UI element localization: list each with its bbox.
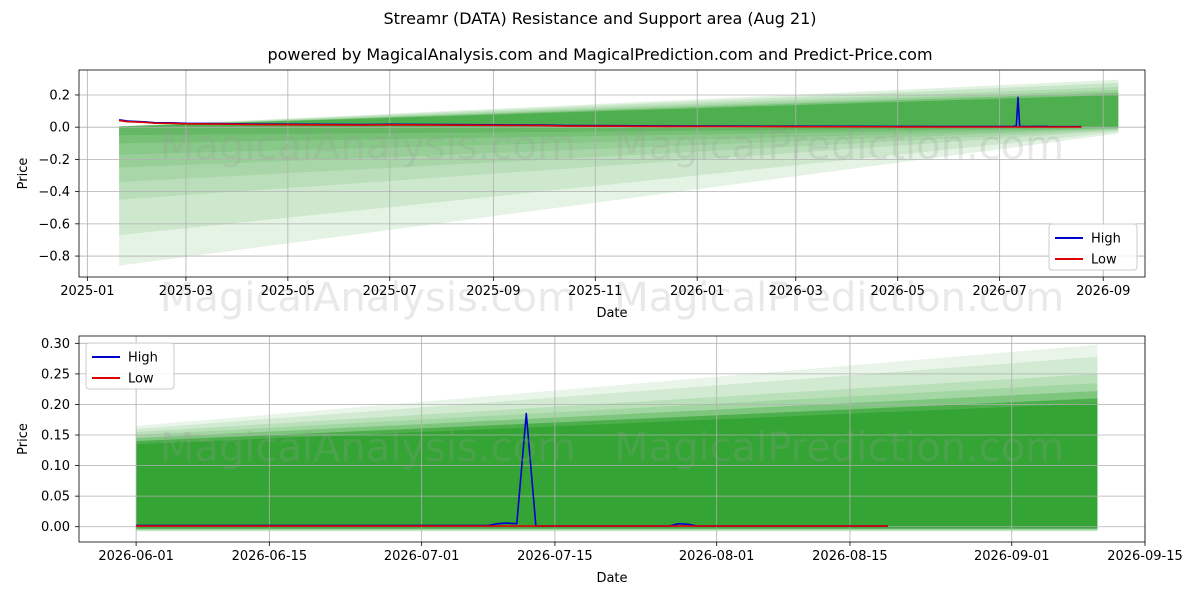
- y-tick-label: 0.25: [41, 367, 70, 382]
- chart-bottom: MagicalAnalysis.com MagicalPrediction.co…: [16, 335, 1183, 586]
- y-axis-label: Price: [16, 423, 31, 455]
- y-axis: 0.30 0.25 0.20 0.15 0.10 0.05 0.00: [41, 337, 79, 535]
- x-axis-label: Date: [596, 571, 627, 586]
- legend: High Low: [85, 342, 175, 390]
- y-tick-label: 0.00: [41, 520, 70, 535]
- x-tick-label: 2026-09-01: [974, 549, 1050, 564]
- y-tick-label: 0.15: [41, 429, 70, 444]
- x-tick-label: 2026-07-01: [384, 549, 460, 564]
- x-tick-label: 2026-08-01: [679, 549, 755, 564]
- x-tick-label: 2026-08-15: [812, 549, 888, 564]
- x-tick-label: 2026-09-15: [1107, 549, 1183, 564]
- x-tick-label: 2026-06-01: [98, 549, 174, 564]
- chart-figure: Streamr (DATA) Resistance and Support ar…: [0, 0, 1200, 600]
- y-tick-label: 0.10: [41, 459, 70, 474]
- x-axis: 2026-06-01 2026-06-15 2026-07-01 2026-07-15…: [98, 542, 1183, 564]
- x-tick-label: 2026-07-15: [517, 549, 593, 564]
- legend-label-high: High: [128, 351, 158, 366]
- y-tick-label: 0.30: [41, 337, 70, 352]
- watermark: MagicalAnalysis.com MagicalPrediction.co…: [160, 425, 1064, 471]
- legend-label-low: Low: [128, 372, 154, 387]
- y-tick-label: 0.05: [41, 490, 70, 505]
- y-tick-label: 0.20: [41, 398, 70, 413]
- x-tick-label: 2026-06-15: [232, 549, 308, 564]
